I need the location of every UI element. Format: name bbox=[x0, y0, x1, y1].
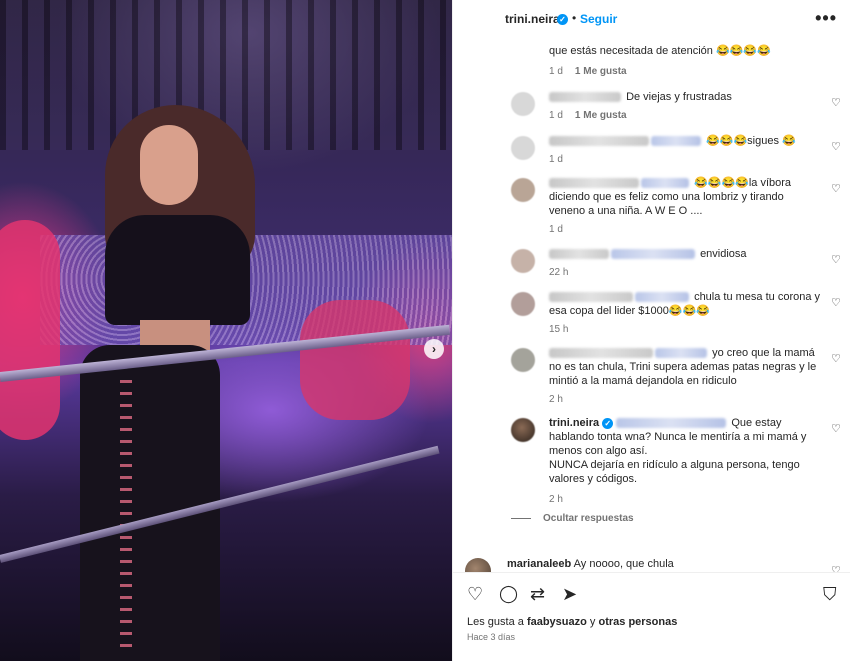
bookmark-icon[interactable]: ⛉ bbox=[823, 583, 837, 605]
comment-time: 22 h bbox=[549, 267, 569, 278]
post-footer: ♡ ◯ ⇄ ➤ ⛉ Les gusta a faabysuazo y otras… bbox=[453, 572, 850, 661]
blurred-mention bbox=[611, 249, 695, 260]
like-comment-heart-icon[interactable]: ♡ bbox=[831, 140, 841, 153]
post-date[interactable]: Hace 3 días bbox=[467, 632, 515, 642]
next-photo-button[interactable]: › bbox=[424, 339, 444, 359]
commenter-avatar[interactable] bbox=[511, 178, 535, 202]
comment-time: 15 h bbox=[549, 324, 569, 335]
post-author-username[interactable]: trini.neira bbox=[505, 12, 560, 26]
pink-balloon-right bbox=[300, 300, 410, 420]
comment-text: que estás necesitada de atención 😂😂😂😂 bbox=[549, 45, 771, 57]
comment-text: Ay noooo, que chula bbox=[573, 558, 674, 570]
like-comment-heart-icon[interactable]: ♡ bbox=[831, 96, 841, 109]
more-options-icon[interactable]: ••• bbox=[815, 8, 837, 29]
comment-body: De viejas y frustradas bbox=[549, 90, 821, 104]
action-bar: ♡ ◯ ⇄ ➤ ⛉ bbox=[467, 583, 837, 605]
blurred-mention bbox=[641, 178, 689, 189]
comment-time: 1 d bbox=[549, 66, 563, 77]
blurred-mention bbox=[635, 292, 689, 303]
comment-body: 😂😂😂😂la víbora diciendo que es feliz como… bbox=[549, 176, 821, 218]
like-comment-heart-icon[interactable]: ♡ bbox=[831, 182, 841, 195]
comment-body: chula tu mesa tu corona y esa copa del l… bbox=[549, 290, 821, 318]
comment-meta: 1 d 1 Me gusta bbox=[549, 66, 627, 77]
verified-badge-icon: ✓ bbox=[557, 14, 568, 25]
comment-text: 😂😂😂sigues 😂 bbox=[706, 135, 796, 147]
separator-dot: • bbox=[572, 11, 577, 25]
comments-list[interactable]: que estás necesitada de atención 😂😂😂😂 1 … bbox=[453, 40, 850, 572]
like-comment-heart-icon[interactable]: ♡ bbox=[831, 253, 841, 266]
comment-body: envidiosa bbox=[549, 247, 821, 261]
blurred-username bbox=[549, 178, 639, 189]
hide-replies-label: Ocultar respuestas bbox=[543, 513, 634, 524]
blurred-username bbox=[549, 136, 649, 147]
blurred-username bbox=[549, 92, 621, 103]
commenter-avatar[interactable] bbox=[511, 136, 535, 160]
post-sidebar: trini.neira ✓ • Seguir ••• que estás nec… bbox=[452, 0, 850, 661]
comment-likes[interactable]: 1 Me gusta bbox=[575, 110, 627, 121]
comment-meta: 15 h bbox=[549, 324, 568, 335]
person-face bbox=[140, 125, 198, 205]
chevron-right-icon: › bbox=[432, 342, 436, 356]
share-repost-icon[interactable]: ⇄ bbox=[530, 583, 545, 605]
blurred-username bbox=[549, 348, 653, 359]
comment-text: envidiosa bbox=[700, 248, 747, 260]
reply-meta: 2 h bbox=[549, 494, 563, 505]
likes-user[interactable]: faabysuazo bbox=[527, 616, 587, 628]
comment-meta: 1 d bbox=[549, 224, 563, 235]
comment-bubble-icon[interactable]: ◯ bbox=[499, 583, 518, 605]
comment-time: 2 h bbox=[549, 394, 563, 405]
hide-replies-line bbox=[511, 517, 531, 519]
commenter-avatar[interactable] bbox=[511, 348, 535, 372]
like-heart-icon[interactable]: ♡ bbox=[467, 583, 483, 605]
like-comment-heart-icon[interactable]: ♡ bbox=[831, 296, 841, 309]
send-icon[interactable]: ➤ bbox=[562, 583, 577, 605]
author-avatar[interactable] bbox=[511, 418, 535, 442]
likes-summary[interactable]: Les gusta a faabysuazo y otras personas bbox=[467, 616, 677, 628]
blurred-username bbox=[549, 292, 633, 303]
hide-replies-button[interactable]: Ocultar respuestas bbox=[511, 513, 634, 524]
reply-body: trini.neira ✓ Que estay hablando tonta w… bbox=[549, 416, 821, 486]
likes-others[interactable]: otras personas bbox=[598, 616, 677, 628]
comment-meta: 1 d bbox=[549, 154, 563, 165]
blurred-mention bbox=[616, 418, 727, 429]
person-pants bbox=[80, 345, 220, 661]
likes-prefix: Les gusta a bbox=[467, 616, 527, 628]
likes-middle: y bbox=[586, 616, 599, 628]
commenter-avatar[interactable] bbox=[465, 558, 491, 572]
blurred-username bbox=[549, 249, 609, 260]
comment-text: De viejas y frustradas bbox=[626, 91, 732, 103]
comment-time: 1 d bbox=[549, 110, 563, 121]
comment-body: marianaleeb Ay noooo, que chula bbox=[507, 558, 827, 570]
comment-username[interactable]: marianaleeb bbox=[507, 558, 571, 570]
commenter-avatar[interactable] bbox=[511, 92, 535, 116]
comment-likes[interactable]: 1 Me gusta bbox=[575, 66, 627, 77]
verified-badge-icon: ✓ bbox=[602, 417, 614, 429]
reply-text-line2: NUNCA dejaría en ridículo a alguna perso… bbox=[549, 459, 800, 485]
like-comment-heart-icon[interactable]: ♡ bbox=[831, 352, 841, 365]
comment-meta: 1 d 1 Me gusta bbox=[549, 110, 627, 121]
like-comment-heart-icon[interactable]: ♡ bbox=[831, 564, 841, 572]
post-photo[interactable]: › bbox=[0, 0, 452, 661]
reply-time: 2 h bbox=[549, 494, 563, 505]
person-top bbox=[105, 215, 250, 325]
commenter-avatar[interactable] bbox=[511, 292, 535, 316]
pink-balloon-left bbox=[0, 220, 60, 440]
comment-body: yo creo que la mamá no es tan chula, Tri… bbox=[549, 346, 821, 388]
blurred-mention bbox=[655, 348, 707, 359]
follow-button[interactable]: Seguir bbox=[580, 12, 617, 26]
commenter-avatar[interactable] bbox=[511, 249, 535, 273]
comment-meta: 2 h bbox=[549, 394, 563, 405]
comment-time: 1 d bbox=[549, 224, 563, 235]
comment-time: 1 d bbox=[549, 154, 563, 165]
like-reply-heart-icon[interactable]: ♡ bbox=[831, 422, 841, 435]
comment-meta: 22 h bbox=[549, 267, 568, 278]
post-header: trini.neira ✓ • Seguir ••• bbox=[453, 0, 850, 40]
comment-body: 😂😂😂sigues 😂 bbox=[549, 134, 821, 148]
reply-username[interactable]: trini.neira bbox=[549, 417, 599, 429]
pants-lacing bbox=[120, 380, 132, 650]
blurred-mention bbox=[651, 136, 701, 147]
